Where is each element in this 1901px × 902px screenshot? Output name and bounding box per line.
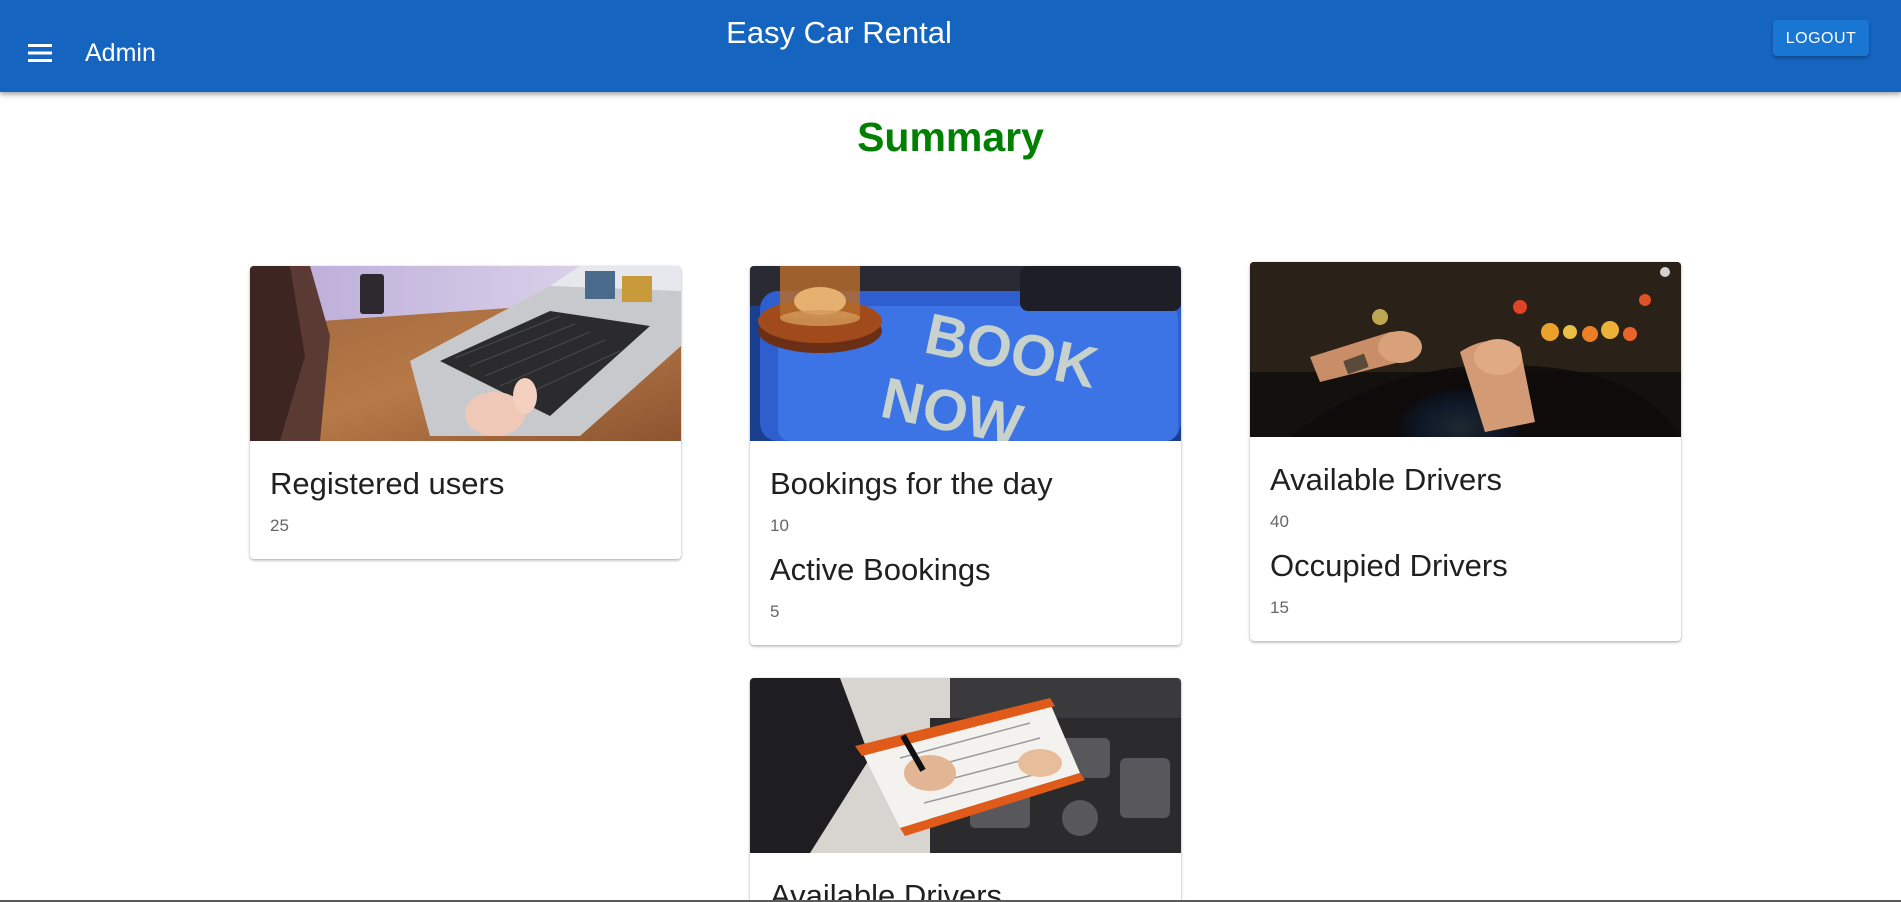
- app-bar: Admin Easy Car Rental LOGOUT: [0, 0, 1901, 92]
- active-bookings-label: Active Bookings: [770, 552, 991, 587]
- bookings-card: BOOK NOW Bookings for the day 10 Active …: [750, 266, 1181, 645]
- mechanic-inspection-image: [750, 678, 1181, 853]
- available-drivers-label: Available Drivers: [1270, 462, 1503, 497]
- bookings-content: Bookings for the day 10 Active Bookings …: [750, 441, 1181, 645]
- bookings-for-the-day-label: Bookings for the day: [770, 466, 1053, 501]
- laptop-typing-image: [250, 266, 681, 441]
- logout-button[interactable]: LOGOUT: [1773, 20, 1869, 56]
- admin-dashboard-page: Admin Easy Car Rental LOGOUT Summary Reg…: [0, 0, 1901, 902]
- driving-steering-wheel-image: [1250, 262, 1681, 437]
- page-title: Summary: [857, 114, 1044, 160]
- registered-users-value: 25: [270, 516, 289, 535]
- occupied-drivers-value: 15: [1270, 598, 1289, 617]
- drivers-card: Available Drivers 40 Occupied Drivers 15: [1250, 262, 1681, 641]
- registered-users-content: Registered users 25: [250, 441, 681, 559]
- book-now-bell-image: BOOK NOW: [750, 266, 1181, 441]
- drivers-content: Available Drivers 40 Occupied Drivers 15: [1250, 437, 1681, 641]
- occupied-drivers-label: Occupied Drivers: [1270, 548, 1508, 583]
- bookings-for-the-day-value: 10: [770, 516, 789, 535]
- registered-users-card: Registered users 25: [250, 266, 681, 559]
- registered-users-label: Registered users: [270, 466, 505, 501]
- vehicles-card: Available Drivers: [750, 678, 1181, 902]
- available-drivers-value: 40: [1270, 512, 1289, 531]
- vehicles-stat-label: Available Drivers: [770, 878, 1003, 902]
- vehicles-content: Available Drivers: [750, 853, 1181, 902]
- active-bookings-value: 5: [770, 602, 780, 621]
- app-title: Easy Car Rental: [726, 15, 952, 50]
